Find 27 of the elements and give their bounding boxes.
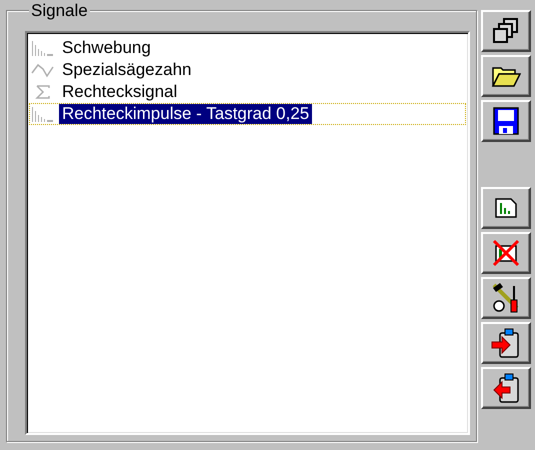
signal-label: Spezialsägezahn <box>61 60 192 80</box>
toolbar-button[interactable] <box>481 187 531 229</box>
signal-item[interactable]: Schwebung <box>29 37 466 59</box>
spectrum-icon <box>31 39 55 57</box>
delete-icon <box>492 239 520 267</box>
copy-icon <box>492 17 520 45</box>
spectrum-icon <box>31 105 55 123</box>
signal-label: Rechtecksignal <box>61 82 178 102</box>
clipboard-arrow-icon <box>491 372 521 404</box>
tools-icon <box>491 282 521 314</box>
signal-item[interactable]: Spezialsägezahn <box>29 59 466 81</box>
signal-item[interactable]: Rechteckimpulse - Tastgrad 0,25 <box>29 103 466 125</box>
signal-item[interactable]: Rechtecksignal <box>29 81 466 103</box>
signal-label: Schwebung <box>61 38 152 58</box>
group-title: Signale <box>29 2 90 20</box>
signal-label: Rechteckimpulse - Tastgrad 0,25 <box>59 104 312 124</box>
signal-list[interactable]: Schwebung Spezialsägezahn Rechtecksignal Rechteckimpulse - Tastgrad 0,25 <box>25 31 470 435</box>
clipboard-arrow-icon <box>491 327 521 359</box>
toolbar-button[interactable] <box>481 367 531 409</box>
chart-document-icon <box>494 197 518 219</box>
toolbar-button[interactable] <box>481 10 531 52</box>
toolbar-button[interactable] <box>481 322 531 364</box>
toolbar-button[interactable] <box>481 232 531 274</box>
toolbar-button[interactable] <box>481 55 531 97</box>
toolbar-button[interactable] <box>481 100 531 142</box>
wave-icon <box>31 61 55 79</box>
toolbar-button[interactable] <box>481 277 531 319</box>
